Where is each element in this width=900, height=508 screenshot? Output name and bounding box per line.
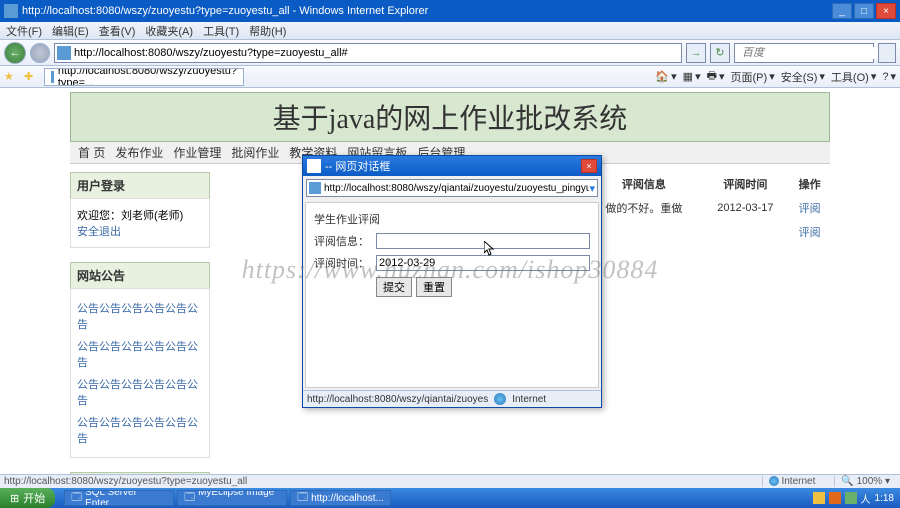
dialog-title: -- 网页对话框 [325,158,581,174]
status-bar: http://localhost:8080/wszy/zuoyestu?type… [0,474,900,488]
notice-head: 网站公告 [70,262,210,288]
start-button[interactable]: ⊞ 开始 [0,488,55,508]
safety-menu[interactable]: 安全(S) ▾ [781,69,825,85]
label-time: 评阅时间： [314,255,370,271]
dialog-address-bar[interactable]: ▾ [306,179,598,197]
login-panel: 用户登录 欢迎您：刘老师(老师) 安全退出 [70,172,210,248]
banner: 基于java的网上作业批改系统 [70,92,830,142]
taskbar-item[interactable]: 🗔http://localhost... [290,490,391,506]
refresh-button[interactable]: ↻ [710,43,730,63]
menu-file[interactable]: 文件(F) [6,23,42,39]
globe-icon [494,393,506,405]
address-input[interactable] [74,45,679,61]
taskbar-item[interactable]: 🗔MyEclipse Image ... [177,490,287,506]
nav-publish[interactable]: 发布作业 [115,144,163,161]
dialog-title-bar[interactable]: -- 网页对话框 × [303,156,601,176]
dialog-url-input[interactable] [324,183,589,194]
menu-help[interactable]: 帮助(H) [249,23,286,39]
help-menu[interactable]: ? ▾ [882,70,896,83]
notice-panel: 网站公告 公告公告公告公告公告公告 公告公告公告公告公告公告 公告公告公告公告公… [70,262,210,458]
site-title: 基于java的网上作业批改系统 [273,97,628,137]
close-button[interactable]: × [876,3,896,19]
dialog-close-button[interactable]: × [581,159,597,173]
toolbar: ★ ✚ http://localhost:8080/wszy/zuoyestu?… [0,66,900,88]
taskbar: ⊞ 开始 🗔SQL Server Enter... 🗔MyEclipse Ima… [0,488,900,508]
nav-manage[interactable]: 作业管理 [173,144,221,161]
search-box[interactable] [734,43,874,63]
tray-icon[interactable] [845,492,857,504]
ie-icon [4,4,18,18]
page-icon [57,46,71,60]
input-time[interactable] [376,255,590,271]
address-bar[interactable] [54,43,682,63]
notice-line[interactable]: 公告公告公告公告公告公告 [77,297,203,335]
title-bar: http://localhost:8080/wszy/zuoyestu?type… [0,0,900,22]
dialog-icon [307,159,321,173]
nav-bar: ← → ↻ [0,40,900,66]
web-dialog: -- 网页对话框 × ▾ 学生作业评阅 评阅信息： 评阅时间： 提交 重置 ht… [302,155,602,408]
page-icon [309,182,321,194]
menu-edit[interactable]: 编辑(E) [52,23,89,39]
menu-view[interactable]: 查看(V) [99,23,136,39]
add-favorite-icon[interactable]: ✚ [24,70,38,84]
home-dropdown[interactable]: 🏠▾ [655,70,676,83]
taskbar-item[interactable]: 🗔SQL Server Enter... [64,490,174,506]
col-time: 评阅时间 [702,172,789,196]
search-button[interactable] [878,43,896,63]
tray-icon[interactable] [829,492,841,504]
favorites-icon[interactable]: ★ [4,70,18,84]
notice-line[interactable]: 公告公告公告公告公告公告 [77,335,203,373]
print-dropdown[interactable]: 🖶▾ [707,67,725,86]
back-button[interactable]: ← [4,42,26,64]
search-input[interactable] [742,47,885,59]
tools-menu[interactable]: 工具(O) ▾ [831,69,876,85]
label-info: 评阅信息： [314,233,370,249]
status-path: http://localhost:8080/wszy/zuoyestu?type… [4,476,247,487]
grade-link[interactable]: 评阅 [789,220,830,244]
col-info: 评阅信息 [586,172,702,196]
login-head: 用户登录 [70,172,210,198]
grade-link[interactable]: 评阅 [789,196,830,220]
nav-grade[interactable]: 批阅作业 [231,144,279,161]
system-tray[interactable]: 人 1:18 [807,491,900,506]
tray-people: 人 [861,491,871,506]
menu-favorites[interactable]: 收藏夹(A) [145,23,193,39]
status-zoom[interactable]: 🔍 100% ▾ [834,476,896,487]
cell-info: 做的不好。重做 [586,196,702,220]
maximize-button[interactable]: □ [854,3,874,19]
dialog-status-zone: Internet [512,394,546,405]
tab-label: http://localhost:8080/wszy/zuoyestu?type… [58,68,237,86]
dialog-section-title: 学生作业评阅 [314,211,590,227]
dropdown-icon[interactable]: ▾ [589,182,595,195]
welcome-text: 欢迎您：刘老师(老师) [77,210,183,222]
status-zone: Internet [762,476,822,487]
col-op: 操作 [789,172,830,196]
logout-link[interactable]: 安全退出 [77,223,121,241]
notice-line[interactable]: 公告公告公告公告公告公告 [77,411,203,449]
nav-home[interactable]: 首 页 [78,144,105,161]
menu-bar: 文件(F) 编辑(E) 查看(V) 收藏夹(A) 工具(T) 帮助(H) [0,22,900,40]
menu-tools[interactable]: 工具(T) [203,23,239,39]
tab-icon [51,71,54,83]
notice-line[interactable]: 公告公告公告公告公告公告 [77,373,203,411]
submit-button[interactable]: 提交 [376,277,412,297]
cell-time: 2012-03-17 [702,196,789,220]
rss-dropdown[interactable]: ▦▾ [683,70,701,83]
reset-button[interactable]: 重置 [416,277,452,297]
input-info[interactable] [376,233,590,249]
dialog-status-path: http://localhost:8080/wszy/qiantai/zuoye… [307,394,488,405]
tray-icon[interactable] [813,492,825,504]
browser-tab[interactable]: http://localhost:8080/wszy/zuoyestu?type… [44,68,244,86]
minimize-button[interactable]: _ [832,3,852,19]
page-menu[interactable]: 页面(P) ▾ [731,69,775,85]
window-title: http://localhost:8080/wszy/zuoyestu?type… [22,5,832,17]
tray-clock: 1:18 [875,493,894,504]
dialog-content: 学生作业评阅 评阅信息： 评阅时间： 提交 重置 [305,202,599,388]
forward-button[interactable] [30,43,50,63]
go-button[interactable]: → [686,43,706,63]
dialog-status-bar: http://localhost:8080/wszy/qiantai/zuoye… [303,390,601,407]
windows-icon: ⊞ [10,492,19,505]
